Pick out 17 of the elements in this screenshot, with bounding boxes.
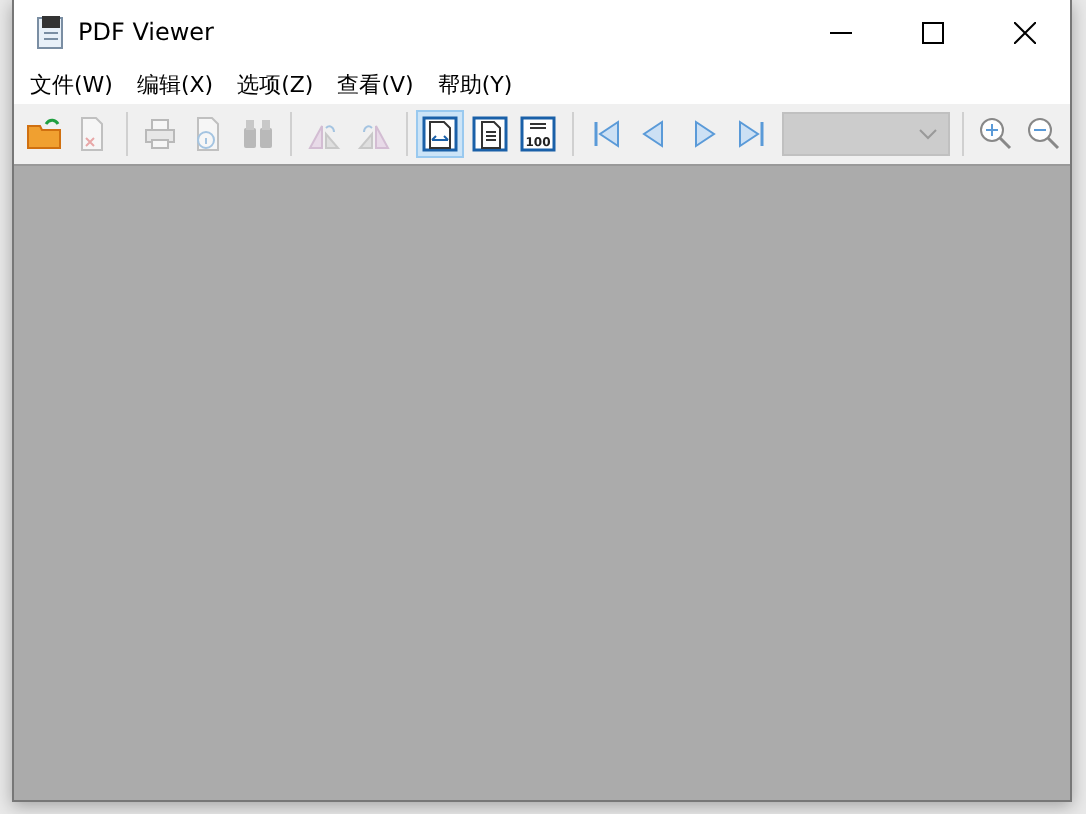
chevron-down-icon (918, 128, 939, 140)
close-icon (1013, 21, 1035, 43)
fit-width-icon (422, 116, 459, 152)
zoom-in-icon (977, 116, 1014, 152)
maximize-icon (921, 21, 943, 43)
menu-item[interactable]: 帮助(Y) (433, 69, 527, 99)
menu-item[interactable]: 文件(W) (26, 69, 127, 99)
zoom-out-icon (1026, 116, 1063, 152)
menu-item[interactable]: 选项(Z) (233, 69, 328, 99)
printer-icon (141, 116, 178, 152)
menu-item[interactable]: 查看(V) (333, 69, 428, 99)
fit-width-button[interactable] (416, 110, 464, 158)
page-icon (471, 116, 508, 152)
folder-icon (25, 116, 62, 152)
window-title: PDF Viewer (78, 18, 214, 46)
app-icon (34, 14, 66, 50)
menu-item[interactable]: 编辑(X) (132, 69, 228, 99)
